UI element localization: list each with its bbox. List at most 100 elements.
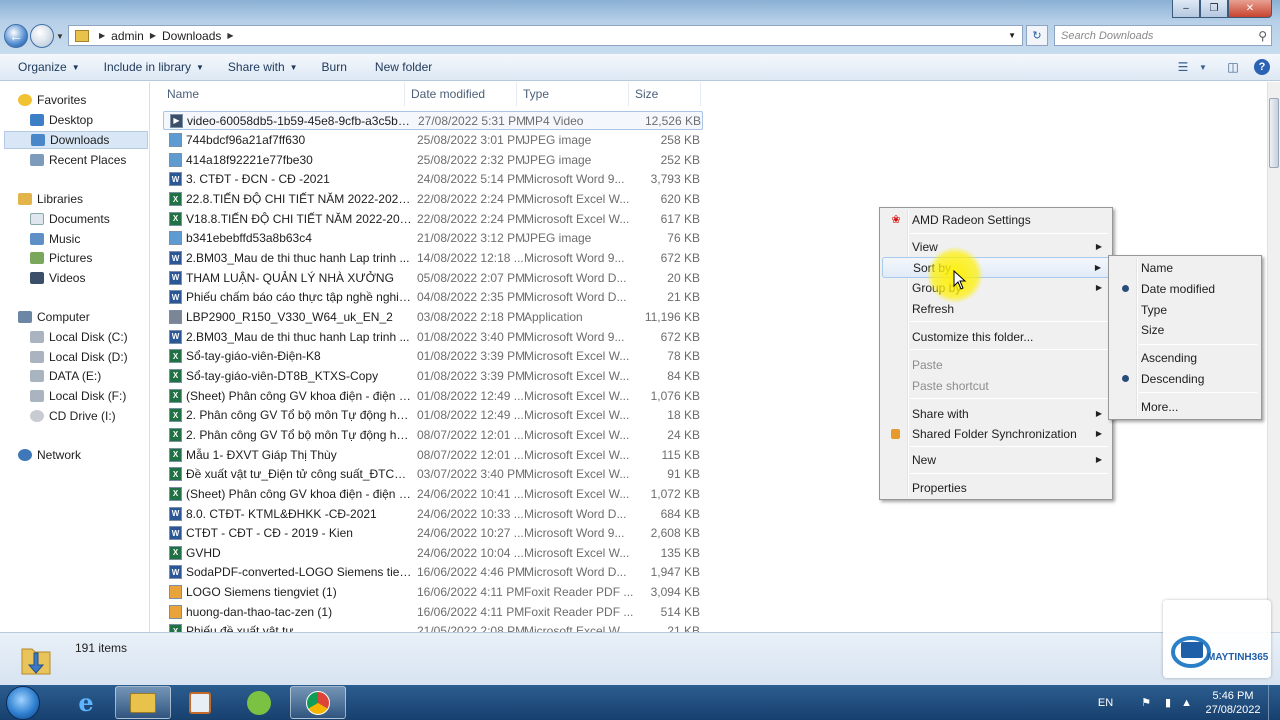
- sort-descending[interactable]: Descending: [1111, 368, 1259, 389]
- menu-customize-folder[interactable]: Customize this folder...: [882, 326, 1110, 347]
- menu-refresh[interactable]: Refresh: [882, 298, 1110, 319]
- nav-cd-drive-i[interactable]: CD Drive (I:): [30, 409, 116, 423]
- file-row[interactable]: b341ebebffd53a8b63c4 21/08/2022 3:12 PM JP…: [163, 229, 703, 248]
- nav-local-disk-d[interactable]: Local Disk (D:): [30, 350, 128, 364]
- new-folder-button[interactable]: New folder: [366, 60, 441, 74]
- menu-properties[interactable]: Properties: [882, 477, 1110, 498]
- taskbar-media-player[interactable]: [172, 686, 228, 719]
- column-date-modified[interactable]: Date modified: [405, 82, 517, 106]
- file-row[interactable]: X Sổ-tay-giáo-viên-Điện-K8 01/08/2022 3:39…: [163, 347, 703, 366]
- file-row[interactable]: 414a18f92221e77fbe30 25/08/2022 2:32 PM JP…: [163, 150, 703, 169]
- sort-size[interactable]: Size: [1111, 319, 1259, 340]
- nav-recent-places[interactable]: Recent Places: [30, 153, 126, 167]
- minimize-button[interactable]: –: [1172, 0, 1200, 18]
- forward-button[interactable]: →: [30, 24, 54, 48]
- nav-computer[interactable]: Computer: [18, 310, 90, 324]
- nav-music[interactable]: Music: [30, 232, 80, 246]
- language-indicator[interactable]: EN: [1098, 697, 1113, 709]
- menu-shared-folder-sync[interactable]: Shared Folder Synchronization ▶: [882, 423, 1110, 444]
- file-row[interactable]: X (Sheet) Phân công GV khoa điện - điện t…: [163, 484, 703, 503]
- nav-documents[interactable]: Documents: [30, 212, 110, 226]
- menu-share-with[interactable]: Share with ▶: [882, 403, 1110, 424]
- file-row[interactable]: X Đề xuất vật tư_Điện tử công suất_ĐTCN_.…: [163, 465, 703, 484]
- address-bar[interactable]: ▶ admin ▶ Downloads ▶ ▼: [68, 25, 1023, 46]
- file-row[interactable]: W SodaPDF-converted-LOGO Siemens tien... 1…: [163, 563, 703, 582]
- nav-local-disk-c[interactable]: Local Disk (C:): [30, 330, 128, 344]
- menu-amd-radeon-settings[interactable]: ❀ AMD Radeon Settings: [882, 209, 1110, 230]
- nav-network[interactable]: Network: [18, 448, 81, 462]
- nav-pictures[interactable]: Pictures: [30, 251, 92, 265]
- file-row[interactable]: 744bdcf96a21af7ff630 25/08/2022 3:01 PM JP…: [163, 131, 703, 150]
- chevron-right-icon[interactable]: ▶: [150, 31, 156, 40]
- help-icon[interactable]: ?: [1254, 59, 1270, 75]
- column-type[interactable]: Type: [517, 82, 629, 106]
- file-row[interactable]: LOGO Siemens tiengviet (1) 16/06/2022 4:1…: [163, 583, 703, 602]
- file-row[interactable]: W 2.BM03_Mau de thi thuc hanh Lap trinh .…: [163, 249, 703, 268]
- sort-date-modified[interactable]: Date modified: [1111, 278, 1259, 299]
- sort-more[interactable]: More...: [1111, 396, 1259, 417]
- file-row[interactable]: W THAM LUẬN- QUẢN LÝ NHÀ XƯỞNG 05/08/2022 …: [163, 268, 703, 287]
- file-row[interactable]: X Sổ-tay-giáo-viên-DT8B_KTXS-Copy 01/08/20…: [163, 366, 703, 385]
- flag-icon[interactable]: ⚑: [1141, 696, 1151, 709]
- taskbar-app-green[interactable]: [231, 686, 287, 719]
- file-row[interactable]: W CTĐT - CĐT - CĐ - 2019 - Kien 24/06/2022…: [163, 524, 703, 543]
- taskbar-internet-explorer[interactable]: e: [58, 686, 114, 719]
- file-row[interactable]: huong-dan-thao-tac-zen (1) 16/06/2022 4:1…: [163, 602, 703, 621]
- battery-icon[interactable]: ▮: [1165, 696, 1171, 709]
- file-row[interactable]: LBP2900_R150_V330_W64_uk_EN_2 03/08/2022 …: [163, 308, 703, 327]
- menu-sort-by[interactable]: Sort by ▶: [882, 257, 1110, 278]
- maximize-button[interactable]: ❐: [1200, 0, 1228, 18]
- menu-paste-shortcut[interactable]: Paste shortcut: [882, 375, 1110, 396]
- menu-new[interactable]: New ▶: [882, 449, 1110, 470]
- show-desktop-button[interactable]: [1268, 685, 1280, 720]
- file-row[interactable]: W 8.0. CTĐT- KTML&ĐHKK -CĐ-2021 24/06/2022…: [163, 504, 703, 523]
- network-tray-icon[interactable]: ▲: [1181, 697, 1192, 709]
- address-dropdown-icon[interactable]: ▼: [1008, 31, 1016, 40]
- clock[interactable]: 5:46 PM 27/08/2022: [1198, 689, 1268, 717]
- file-row[interactable]: X V18.8.TIẾN ĐỘ CHI TIẾT NĂM 2022-2023 ..…: [163, 209, 703, 228]
- taskbar-windows-explorer[interactable]: [115, 686, 171, 719]
- sort-name[interactable]: Name: [1111, 257, 1259, 278]
- sort-type[interactable]: Type: [1111, 299, 1259, 320]
- close-button[interactable]: ✕: [1228, 0, 1272, 18]
- nav-local-disk-f[interactable]: Local Disk (F:): [30, 389, 126, 403]
- nav-desktop[interactable]: Desktop: [30, 113, 93, 127]
- file-row[interactable]: W 3. CTĐT - ĐCN - CĐ -2021 24/08/2022 5:14…: [163, 170, 703, 189]
- preview-pane-icon[interactable]: ◫: [1224, 58, 1242, 76]
- back-button[interactable]: ←: [4, 24, 28, 48]
- scrollbar-thumb[interactable]: [1269, 98, 1279, 168]
- column-size[interactable]: Size: [629, 82, 701, 106]
- organize-button[interactable]: Organize ▼: [9, 60, 89, 74]
- share-with-button[interactable]: Share with ▼: [219, 60, 307, 74]
- nav-downloads[interactable]: Downloads: [4, 131, 148, 149]
- file-row[interactable]: W Phiếu chấm báo cáo thực tập nghề nghiệp…: [163, 288, 703, 307]
- file-row[interactable]: W 2.BM03_Mau de thi thuc hanh Lap trinh .…: [163, 327, 703, 346]
- file-row[interactable]: X 2. Phân công GV Tổ bộ môn Tự động ho...…: [163, 406, 703, 425]
- file-row[interactable]: X 2. Phân công GV Tổ bộ môn Tự động ho...…: [163, 425, 703, 444]
- menu-group-by[interactable]: Group by ▶: [882, 277, 1110, 298]
- search-input[interactable]: Search Downloads ⚲: [1054, 25, 1272, 46]
- recent-pages-dropdown[interactable]: ▼: [56, 32, 64, 41]
- refresh-button[interactable]: ↻: [1026, 25, 1048, 46]
- include-in-library-button[interactable]: Include in library ▼: [95, 60, 213, 74]
- file-row[interactable]: ▶ video-60058db5-1b59-45e8-9cfb-a3c5b0...…: [163, 111, 703, 130]
- file-row[interactable]: X GVHD 24/06/2022 10:04 ... Microsoft Excel…: [163, 543, 703, 562]
- start-button[interactable]: [6, 686, 40, 720]
- file-row[interactable]: X Mẫu 1- ĐXVT Giáp Thị Thùy 08/07/2022 12:…: [163, 445, 703, 464]
- file-row[interactable]: X 22.8.TIẾN ĐỘ CHI TIẾT NĂM 2022-2023 V..…: [163, 190, 703, 209]
- column-name[interactable]: Name: [151, 82, 405, 106]
- nav-favorites[interactable]: Favorites: [18, 93, 86, 107]
- vertical-scrollbar[interactable]: [1267, 82, 1280, 632]
- file-row[interactable]: X (Sheet) Phân công GV khoa điện - điện t…: [163, 386, 703, 405]
- burn-button[interactable]: Burn: [313, 60, 356, 74]
- taskbar-chrome[interactable]: [290, 686, 346, 719]
- menu-paste[interactable]: Paste: [882, 354, 1110, 375]
- nav-libraries[interactable]: Libraries: [18, 192, 83, 206]
- chevron-right-icon[interactable]: ▶: [99, 31, 105, 40]
- breadcrumb-admin[interactable]: admin: [111, 29, 144, 43]
- menu-view[interactable]: View ▶: [882, 236, 1110, 257]
- nav-videos[interactable]: Videos: [30, 271, 85, 285]
- sort-ascending[interactable]: Ascending: [1111, 347, 1259, 368]
- breadcrumb-downloads[interactable]: Downloads: [162, 29, 221, 43]
- chevron-right-icon[interactable]: ▶: [227, 31, 233, 40]
